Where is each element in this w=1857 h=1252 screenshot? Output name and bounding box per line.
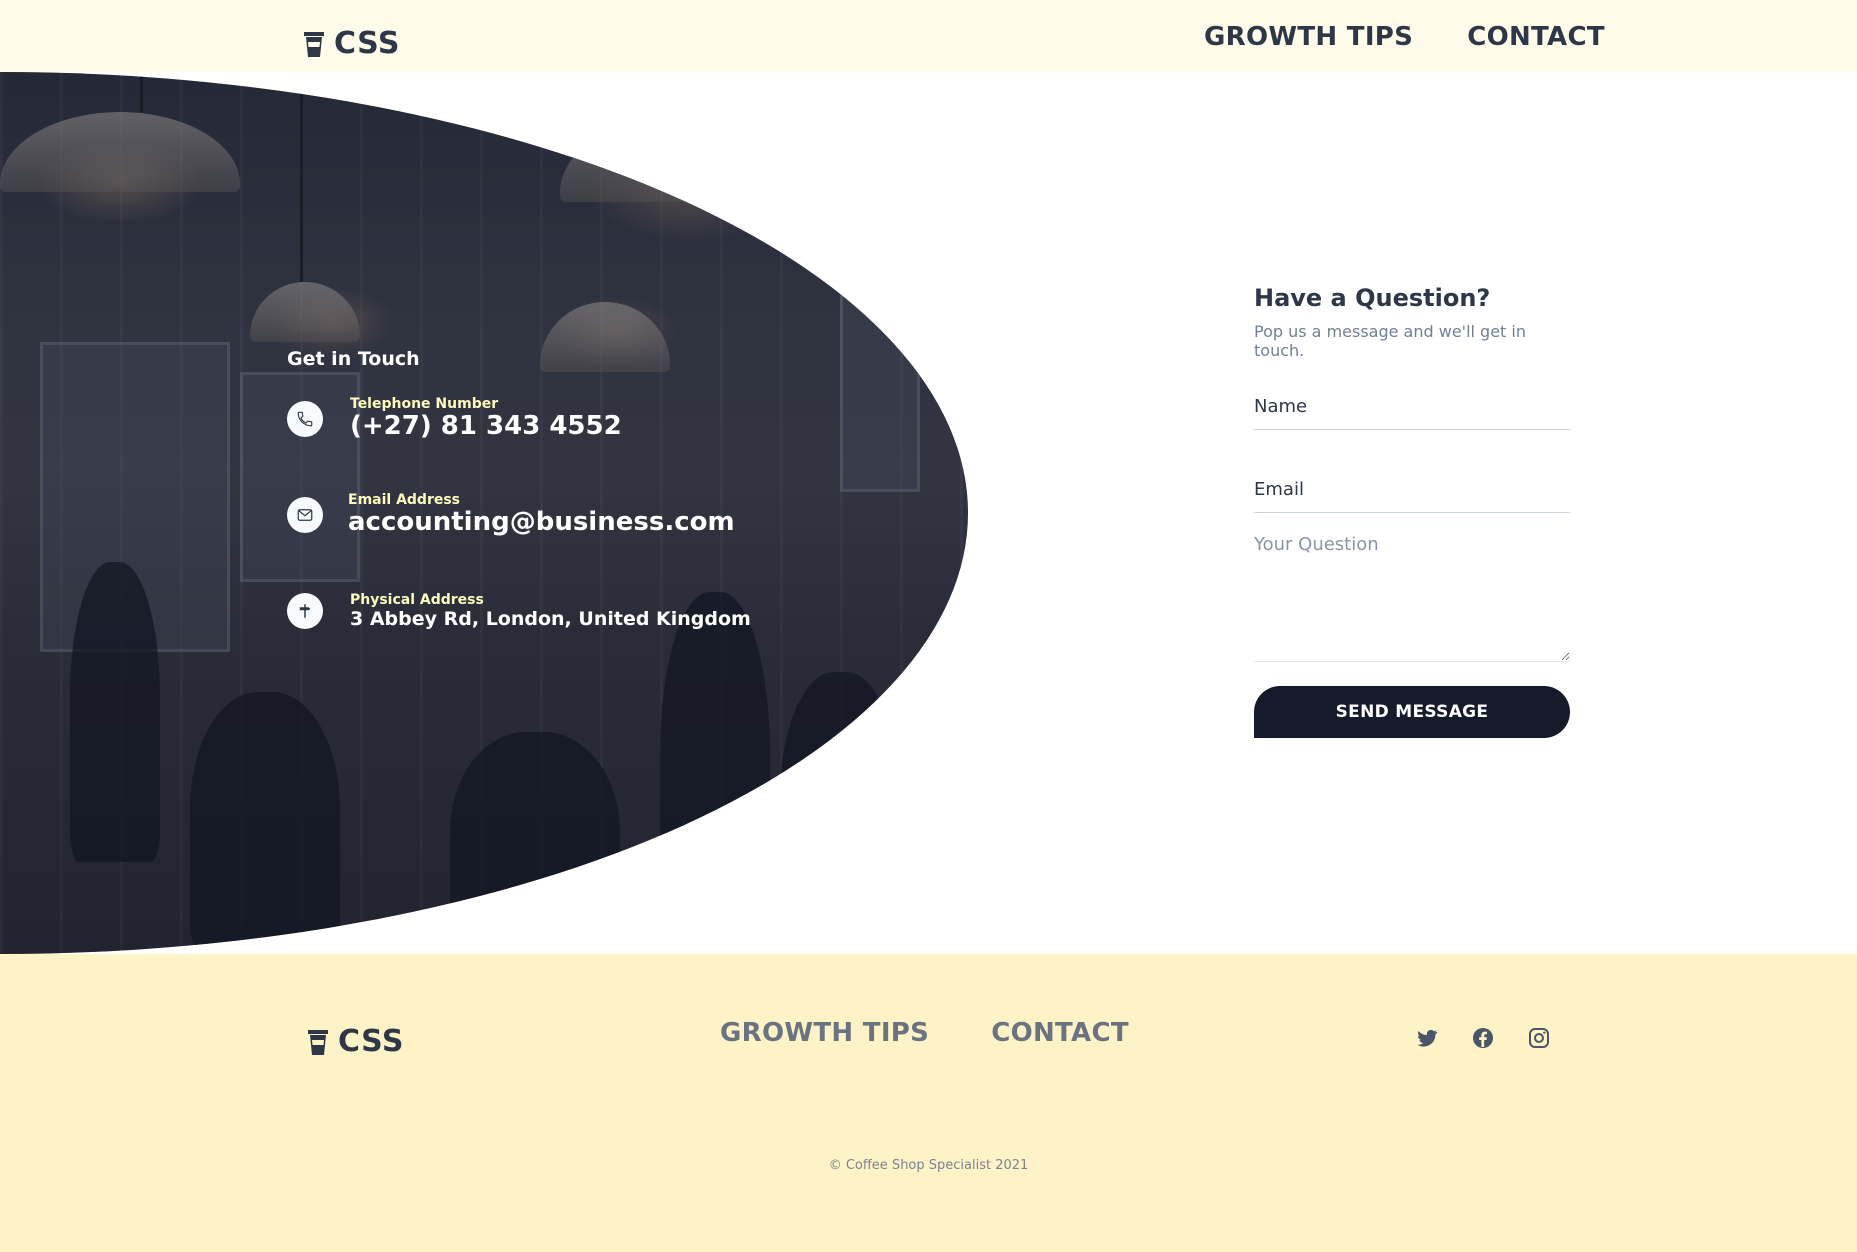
site-footer: CSS GROWTH TIPS CONTACT © Coffee Shop Sp… [0, 954, 1857, 1252]
brand-logo[interactable]: CSS [302, 26, 400, 61]
nav-growth-tips[interactable]: GROWTH TIPS [1204, 22, 1413, 52]
instagram-icon[interactable] [1526, 1025, 1552, 1051]
address-row: Physical Address 3 Abbey Rd, London, Uni… [287, 592, 751, 631]
coffee-cup-icon [308, 1029, 328, 1055]
signpost-icon [287, 593, 323, 630]
phone-row: Telephone Number (+27) 81 343 4552 [287, 396, 622, 442]
name-field[interactable] [1254, 396, 1570, 430]
email-value[interactable]: accounting@business.com [348, 507, 735, 538]
copyright-text: © Coffee Shop Specialist 2021 [828, 1158, 1029, 1173]
phone-value[interactable]: (+27) 81 343 4552 [350, 411, 622, 442]
coffee-cup-icon [304, 31, 324, 57]
twitter-icon[interactable] [1414, 1025, 1440, 1051]
email-row: Email Address accounting@business.com [287, 492, 735, 538]
email-label: Email Address [348, 492, 461, 508]
address-label: Physical Address [350, 592, 484, 608]
send-message-button[interactable]: SEND MESSAGE [1254, 686, 1570, 738]
get-in-touch-heading: Get in Touch [287, 348, 420, 370]
brand-name: CSS [334, 26, 400, 61]
form-subtitle: Pop us a message and we'll get in touch. [1254, 322, 1526, 360]
social-links [1414, 1025, 1552, 1051]
footer-brand-name: CSS [338, 1024, 404, 1059]
address-value: 3 Abbey Rd, London, United Kingdom [350, 608, 751, 630]
form-title: Have a Question? [1254, 284, 1491, 312]
facebook-icon[interactable] [1470, 1025, 1496, 1051]
footer-nav: GROWTH TIPS CONTACT [720, 1018, 1129, 1048]
main-nav: GROWTH TIPS CONTACT [1204, 22, 1605, 52]
mail-icon [287, 496, 323, 533]
nav-contact[interactable]: CONTACT [1467, 22, 1605, 52]
footer-nav-growth-tips[interactable]: GROWTH TIPS [720, 1018, 929, 1048]
site-header: CSS GROWTH TIPS CONTACT [0, 0, 1857, 72]
email-field[interactable] [1254, 479, 1570, 513]
phone-icon [287, 400, 323, 437]
question-field[interactable] [1254, 534, 1570, 662]
footer-nav-contact[interactable]: CONTACT [991, 1018, 1129, 1048]
phone-label: Telephone Number [350, 396, 499, 412]
contact-info: Get in Touch [287, 348, 420, 370]
contact-form: Have a Question? Pop us a message and we… [1254, 284, 1570, 738]
footer-brand-logo[interactable]: CSS [306, 1024, 404, 1059]
